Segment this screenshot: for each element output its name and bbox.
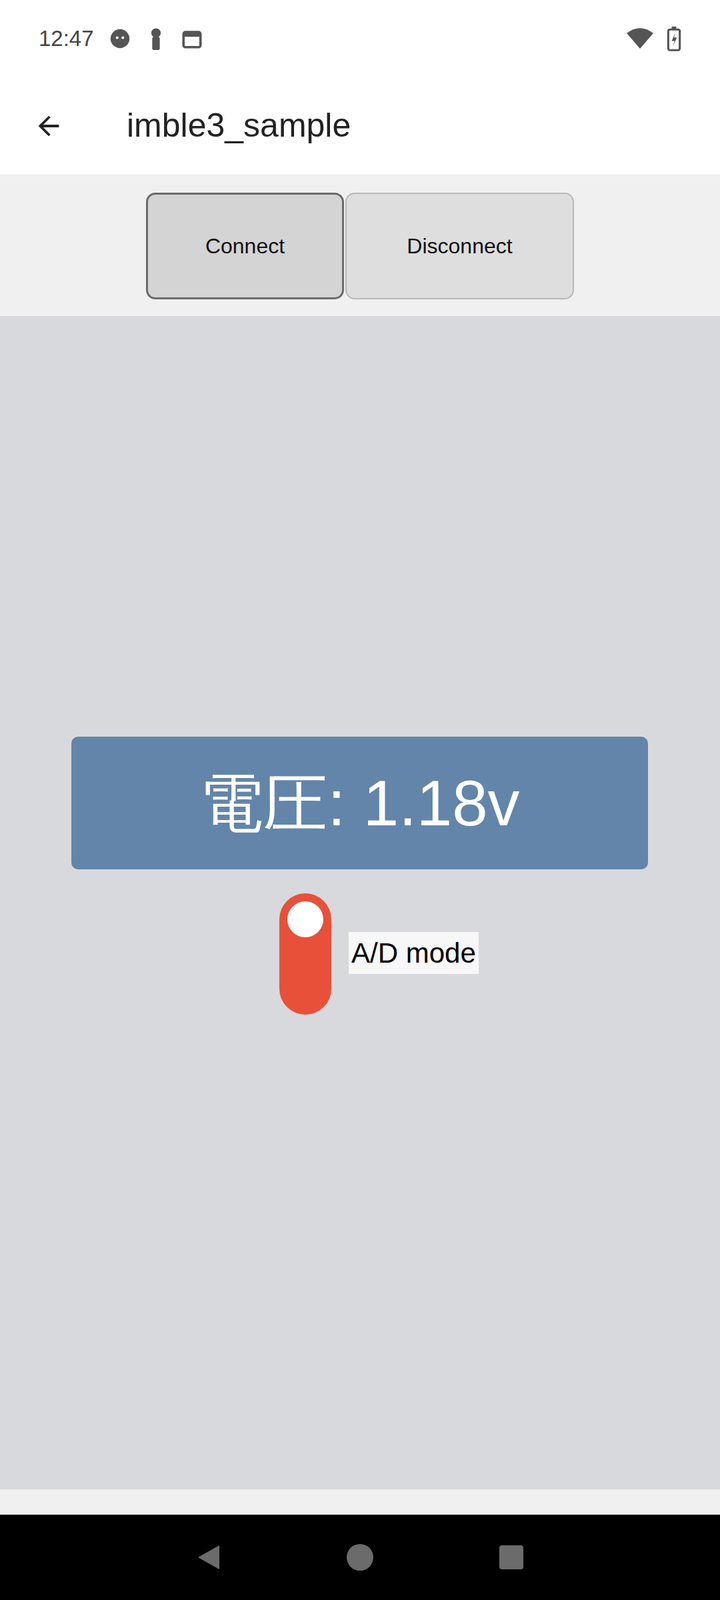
app-title: imble3_sample (126, 100, 351, 151)
status-bar: 12:47 (0, 0, 720, 77)
app-bar: imble3_sample (0, 76, 720, 176)
back-button[interactable] (0, 76, 100, 175)
calendar-icon (180, 27, 204, 50)
home-nav-icon[interactable] (345, 1542, 375, 1572)
ad-mode-switch[interactable] (279, 893, 332, 1015)
nav-bar (0, 1514, 720, 1600)
recents-nav-icon[interactable] (498, 1544, 525, 1571)
face-icon (108, 27, 132, 50)
back-arrow-icon (33, 110, 64, 142)
status-time: 12:47 (38, 22, 94, 56)
device-photo: 電圧: 1.18v A/D mode (0, 316, 720, 1490)
bottom-strip (0, 1489, 720, 1515)
action-button[interactable]: Connect (146, 192, 344, 300)
wifi-icon (626, 27, 654, 50)
person-icon (146, 27, 166, 50)
voltage-panel: 電圧: 1.18v (71, 736, 648, 870)
battery-icon (666, 26, 682, 52)
back-nav-icon[interactable] (195, 1542, 222, 1572)
switch-knob (287, 901, 324, 938)
button-bar: ConnectDisconnect (0, 175, 720, 316)
switch-label: A/D mode (348, 932, 479, 974)
app-screen: 12:47imble3_sampleConnectDisconnect電圧: 1… (0, 0, 720, 1600)
voltage-text: 電圧: 1.18v (199, 771, 520, 836)
action-button[interactable]: Disconnect (345, 192, 574, 300)
